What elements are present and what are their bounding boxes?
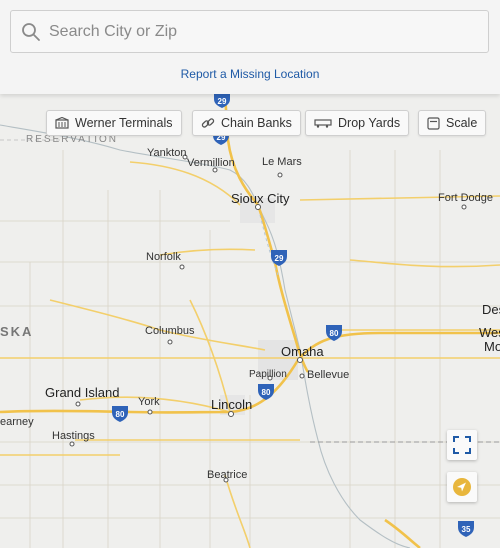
state-label: SKA (0, 324, 34, 339)
city-label: West (479, 325, 500, 340)
city-label: Norfolk (146, 251, 181, 263)
filter-drop-yards[interactable]: Drop Yards (305, 110, 410, 136)
filter-label: Chain Banks (221, 116, 292, 130)
search-icon (22, 22, 40, 41)
city-label: earney (0, 416, 34, 428)
filter-chain-banks[interactable]: Chain Banks (192, 110, 301, 136)
city-label: Le Mars (262, 156, 302, 168)
top-bar: Report a Missing Location (0, 0, 500, 94)
my-location-button[interactable] (447, 472, 477, 502)
svg-text:29: 29 (275, 254, 284, 263)
city-label: Fort Dodge (438, 192, 494, 204)
fullscreen-icon (453, 436, 471, 454)
search-box[interactable] (10, 10, 489, 53)
map[interactable]: 29 29 29 80 80 80 35 RESERVATION Yankton… (0, 94, 500, 548)
filter-label: Werner Terminals (75, 116, 173, 130)
city-label: Bellevue (307, 369, 350, 381)
city-label: Lincoln (211, 397, 253, 412)
city-label: Yankton (147, 147, 187, 159)
city-label: Columbus (145, 325, 195, 337)
trailer-icon (314, 119, 332, 128)
svg-text:80: 80 (262, 388, 271, 397)
svg-text:35: 35 (462, 525, 471, 534)
link-icon (201, 118, 215, 128)
city-label: Grand Island (45, 385, 120, 400)
city-label: Papillion (249, 369, 287, 380)
scale-icon (427, 116, 440, 130)
city-label: Sioux City (231, 191, 290, 206)
map-filter-bar: Werner Terminals Chain Banks Drop Yards … (0, 110, 500, 136)
city-label: York (138, 396, 160, 408)
filter-label: Drop Yards (338, 116, 401, 130)
svg-text:80: 80 (330, 329, 339, 338)
city-label: Des (482, 302, 500, 317)
fullscreen-button[interactable] (447, 430, 477, 460)
filter-label: Scale (446, 116, 478, 130)
filter-scale[interactable]: Scale (418, 110, 487, 136)
svg-text:29: 29 (218, 97, 227, 106)
report-missing-location-link[interactable]: Report a Missing Location (0, 67, 500, 81)
city-label: Beatrice (207, 469, 248, 481)
city-label: Omaha (281, 344, 324, 359)
city-label: Vermillion (187, 157, 235, 169)
navigation-arrow-icon (453, 478, 471, 496)
city-label: Hastings (52, 430, 95, 442)
building-icon (55, 117, 69, 129)
svg-text:80: 80 (116, 410, 125, 419)
city-label: Mo (484, 339, 500, 354)
map-canvas: 29 29 29 80 80 80 35 (0, 94, 500, 548)
search-input[interactable] (49, 22, 469, 41)
filter-werner-terminals[interactable]: Werner Terminals (46, 110, 182, 136)
